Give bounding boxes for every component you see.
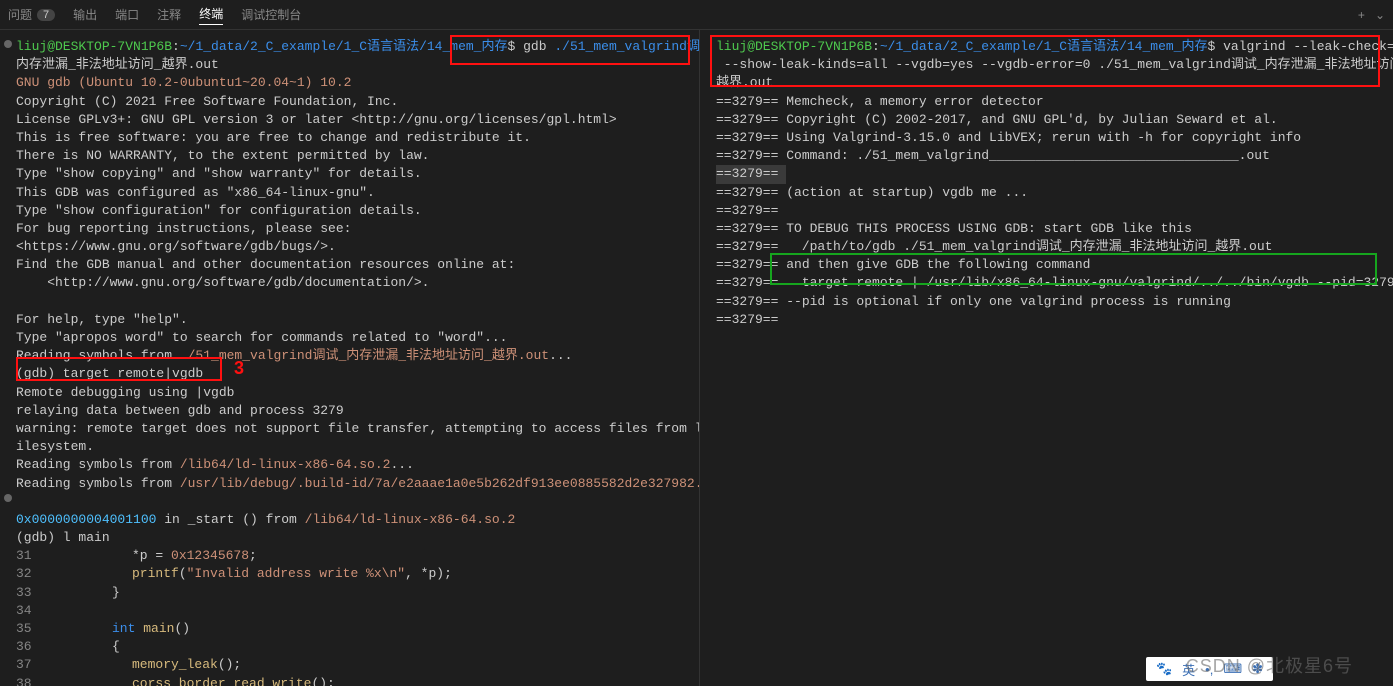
ime-paw-icon[interactable]: 🐾 bbox=[1156, 661, 1172, 677]
terminal-dropdown-icon[interactable]: ⌄ bbox=[1375, 8, 1385, 22]
tab-output[interactable]: 输出 bbox=[73, 6, 97, 23]
gutter-dot bbox=[4, 40, 12, 48]
tab-comments[interactable]: 注释 bbox=[157, 6, 181, 23]
panel-tabbar: 问题7 输出 端口 注释 终端 调试控制台 + ⌄ bbox=[0, 0, 1393, 30]
tab-debug-console[interactable]: 调试控制台 bbox=[241, 6, 301, 23]
tab-terminal[interactable]: 终端 bbox=[199, 5, 223, 25]
terminal-left-pane[interactable]: liuj@DESKTOP-7VN1P6B:~/1_data/2_C_exampl… bbox=[0, 30, 700, 686]
terminal-right-pane[interactable]: liuj@DESKTOP-7VN1P6B:~/1_data/2_C_exampl… bbox=[700, 30, 1393, 686]
new-terminal-icon[interactable]: + bbox=[1358, 8, 1365, 22]
watermark: CSDN @北极星6号 bbox=[1186, 652, 1353, 678]
gutter-dot bbox=[4, 494, 12, 502]
annotation-label-3: 3 bbox=[234, 358, 244, 379]
tab-ports[interactable]: 端口 bbox=[115, 6, 139, 23]
problems-count-badge: 7 bbox=[37, 9, 55, 21]
tab-problems[interactable]: 问题7 bbox=[8, 6, 55, 23]
